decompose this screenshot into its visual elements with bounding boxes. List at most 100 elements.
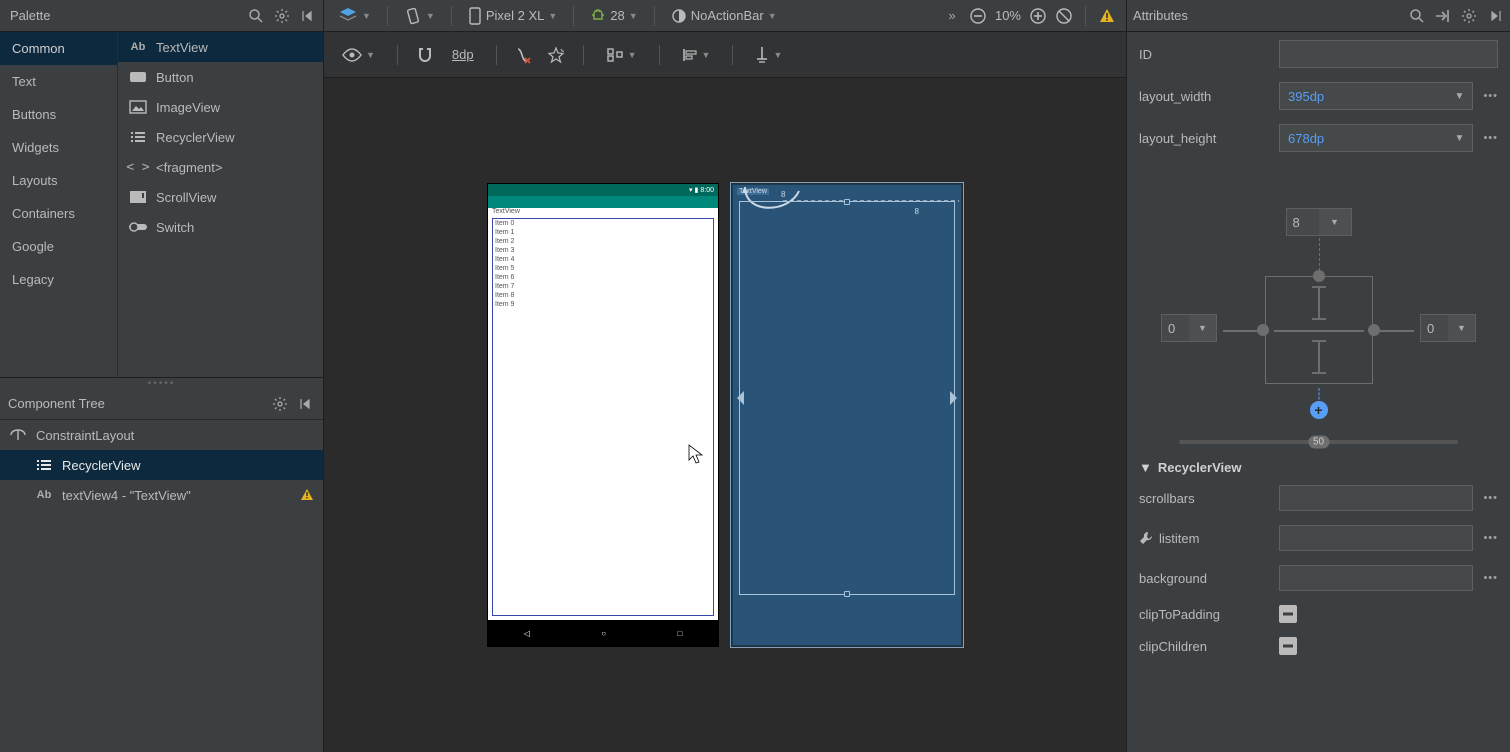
zoom-fit-icon[interactable]: [1055, 7, 1073, 25]
tree-row-constraintlayout[interactable]: ConstraintLayout: [0, 420, 323, 450]
chevron-down-icon[interactable]: ▼: [1455, 91, 1465, 102]
guidelines-menu[interactable]: ▼: [751, 44, 786, 66]
palette-cat-common[interactable]: Common: [0, 32, 117, 65]
more-icon[interactable]: •••: [1483, 532, 1498, 544]
list-item: Item 6: [493, 273, 713, 282]
blueprint-preview[interactable]: TextView 8 8: [732, 184, 962, 646]
constraint-handle-right[interactable]: [950, 391, 958, 405]
id-input[interactable]: [1279, 40, 1498, 68]
palette-cat-legacy[interactable]: Legacy: [0, 263, 117, 296]
api-menu[interactable]: 28 ▼: [586, 6, 641, 26]
constraint-widget[interactable]: 8▼ 0▼ 0▼ + 50: [1139, 166, 1498, 444]
tree-row-textview4[interactable]: Ab textView4 - "TextView": [0, 480, 323, 510]
more-icon[interactable]: •••: [1483, 572, 1498, 584]
palette-cat-buttons[interactable]: Buttons: [0, 98, 117, 131]
attr-gear-icon[interactable]: [1460, 7, 1478, 25]
palette-item-textview[interactable]: Ab TextView: [118, 32, 323, 62]
pack-menu[interactable]: ▼: [602, 45, 641, 65]
resize-handle-top[interactable]: [844, 199, 850, 205]
attr-collapse-icon[interactable]: [1486, 7, 1504, 25]
constraint-left-input[interactable]: 0▼: [1161, 314, 1217, 342]
overflow-icon[interactable]: »: [943, 7, 961, 25]
default-margin[interactable]: 8dp: [448, 45, 478, 64]
chevron-down-icon[interactable]: ▼: [1319, 209, 1351, 235]
imageview-icon: [128, 98, 148, 116]
listitem-input[interactable]: [1279, 525, 1473, 551]
background-input[interactable]: [1279, 565, 1473, 591]
chevron-down-icon[interactable]: ▼: [1448, 315, 1475, 341]
layout-height-input[interactable]: 678dp▼: [1279, 124, 1473, 152]
align-menu[interactable]: ▼: [678, 45, 715, 65]
blueprint-recyclerview[interactable]: [739, 201, 955, 595]
magnet-icon[interactable]: [416, 46, 434, 64]
palette-item-fragment[interactable]: < > <fragment>: [118, 152, 323, 182]
design-surface-menu[interactable]: ▼: [334, 4, 375, 28]
palette-cat-text[interactable]: Text: [0, 65, 117, 98]
palette-item-recyclerview[interactable]: RecyclerView: [118, 122, 323, 152]
add-constraint-bottom-button[interactable]: +: [1310, 401, 1328, 419]
section-title: RecyclerView: [1158, 460, 1242, 475]
palette-item-label: Button: [156, 70, 194, 85]
infer-constraints-icon[interactable]: [547, 46, 565, 64]
gear-icon[interactable]: [273, 7, 291, 25]
attr-section-header[interactable]: ▼ RecyclerView: [1139, 454, 1498, 485]
palette-item-button[interactable]: Button: [118, 62, 323, 92]
palette-item-imageview[interactable]: ImageView: [118, 92, 323, 122]
collapse-icon[interactable]: [299, 7, 317, 25]
chevron-down-icon[interactable]: ▼: [1189, 315, 1216, 341]
attr-row-cliptopadding: clipToPadding: [1139, 605, 1498, 623]
nav-recent-icon: □: [677, 629, 682, 638]
splitter-grip[interactable]: •••••: [0, 378, 323, 388]
palette-item-scrollview[interactable]: ScrollView: [118, 182, 323, 212]
resize-handle-bottom[interactable]: [844, 591, 850, 597]
theme-menu[interactable]: NoActionBar ▼: [667, 6, 781, 26]
orientation-menu[interactable]: ▼: [400, 5, 439, 27]
list-item: Item 1: [493, 228, 713, 237]
clear-constraints-icon[interactable]: [515, 46, 533, 64]
attributes-panel: ID layout_width 395dp▼ ••• layout_height…: [1126, 32, 1510, 752]
preview-recyclerview[interactable]: Item 0 Item 1 Item 2 Item 3 Item 4 Item …: [492, 218, 714, 616]
component-tree-title: Component Tree: [8, 396, 105, 411]
status-time: 8:00: [700, 187, 714, 194]
more-icon[interactable]: •••: [1483, 492, 1498, 504]
fragment-icon: < >: [128, 158, 148, 176]
zoom-out-icon[interactable]: [969, 7, 987, 25]
more-icon[interactable]: •••: [1483, 90, 1498, 102]
more-icon[interactable]: •••: [1483, 132, 1498, 144]
constraint-right-input[interactable]: 0▼: [1420, 314, 1476, 342]
palette-item-label: Switch: [156, 220, 194, 235]
layout-width-input[interactable]: 395dp▼: [1279, 82, 1473, 110]
device-label: Pixel 2 XL: [486, 8, 545, 23]
warning-icon[interactable]: [1098, 7, 1116, 25]
design-canvas[interactable]: ▾ ▮ 8:00 TextView Item 0 Item 1 Item 2 I…: [324, 78, 1126, 752]
search-icon[interactable]: [247, 7, 265, 25]
tree-collapse-icon[interactable]: [297, 395, 315, 413]
constraint-handle-left[interactable]: [736, 391, 744, 405]
clipchildren-checkbox[interactable]: [1279, 637, 1297, 655]
scrollbars-input[interactable]: [1279, 485, 1473, 511]
list-item: Item 7: [493, 282, 713, 291]
bias-slider[interactable]: 50: [1179, 440, 1458, 444]
device-preview[interactable]: ▾ ▮ 8:00 TextView Item 0 Item 1 Item 2 I…: [488, 184, 718, 646]
attr-row-background: background •••: [1139, 565, 1498, 591]
palette-cat-containers[interactable]: Containers: [0, 197, 117, 230]
view-all-attrs-icon[interactable]: [1434, 7, 1452, 25]
cliptopadding-checkbox[interactable]: [1279, 605, 1297, 623]
palette-item-label: ImageView: [156, 100, 220, 115]
constraint-top-input[interactable]: 8▼: [1286, 208, 1352, 236]
tree-row-label: RecyclerView: [62, 458, 141, 473]
palette-item-switch[interactable]: Switch: [118, 212, 323, 242]
tree-row-recyclerview[interactable]: RecyclerView: [0, 450, 323, 480]
attr-search-icon[interactable]: [1408, 7, 1426, 25]
palette-header: Palette: [0, 0, 324, 31]
view-options-menu[interactable]: ▼: [338, 46, 379, 64]
palette-cat-google[interactable]: Google: [0, 230, 117, 263]
palette-cat-widgets[interactable]: Widgets: [0, 131, 117, 164]
chevron-down-icon[interactable]: ▼: [1455, 133, 1465, 144]
nav-back-icon: ◁: [524, 629, 530, 638]
zoom-in-icon[interactable]: [1029, 7, 1047, 25]
device-menu[interactable]: Pixel 2 XL ▼: [464, 5, 561, 27]
tree-gear-icon[interactable]: [271, 395, 289, 413]
palette-cat-layouts[interactable]: Layouts: [0, 164, 117, 197]
attributes-title: Attributes: [1133, 8, 1188, 23]
